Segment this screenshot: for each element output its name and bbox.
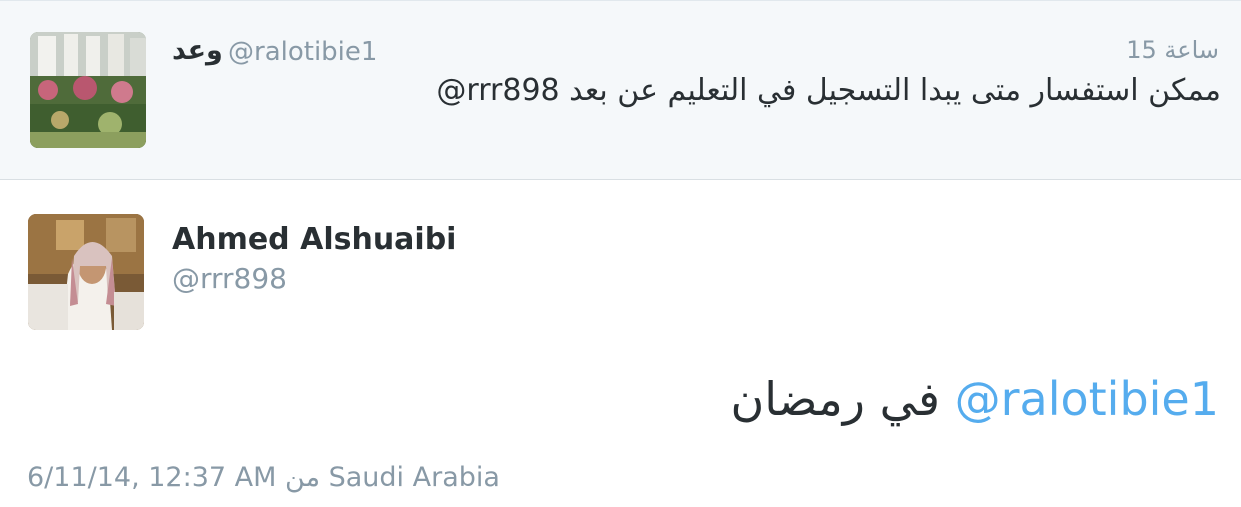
author-display-name[interactable]: Ahmed Alshuaibi [172,222,456,257]
parent-avatar[interactable] [30,32,146,148]
garden-photo-icon [30,32,146,148]
location-prefix: من [285,462,321,493]
tweet-datetime[interactable]: 6/11/14, 12:37 AM [27,462,276,493]
tweet-meta: 6/11/14, 12:37 AM من Saudi Arabia [27,462,500,493]
author-avatar[interactable] [28,214,144,330]
mention-link[interactable]: @ralotibie1 [955,372,1219,426]
parent-handle[interactable]: @ralotibie1 [228,37,377,67]
tweet-text: في رمضان @ralotibie1 [730,372,1219,426]
parent-timestamp: 15 ساعة [1126,36,1219,64]
parent-tweet-text: @rrr898 ممكن استفسار متى يبدا التسجيل في… [436,73,1221,108]
parent-tweet[interactable]: وعد @ralotibie1 15 ساعة @rrr898 ممكن است… [0,0,1241,180]
parent-display-name[interactable]: وعد [172,35,223,66]
tweet-location[interactable]: Saudi Arabia [329,462,500,493]
profile-photo-icon [28,214,144,330]
tweet-body: في رمضان [730,372,940,426]
author-handle[interactable]: @rrr898 [172,262,287,295]
